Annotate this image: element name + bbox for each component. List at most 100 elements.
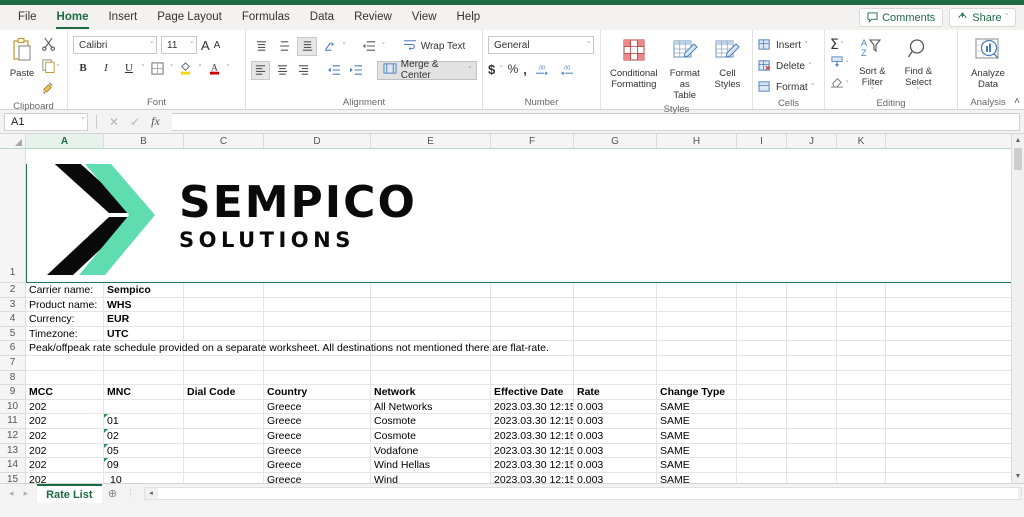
cell-dial-code[interactable] — [184, 443, 264, 459]
italic-button[interactable]: I — [96, 59, 116, 78]
cell-I2[interactable] — [737, 283, 787, 298]
format-as-table-button[interactable]: Format as Table — [662, 35, 708, 103]
cell-B2[interactable]: Sempico — [104, 283, 184, 298]
orientation-icon[interactable] — [320, 37, 340, 56]
font-name-chevron-down-icon[interactable]: ˇ — [146, 42, 153, 49]
cell-A3[interactable]: Product name: — [26, 297, 104, 313]
cell-F4[interactable] — [491, 312, 574, 327]
paste-chevron-down-icon[interactable]: ˇ — [21, 79, 23, 86]
cell-B4[interactable]: EUR — [104, 312, 184, 327]
select-all-corner[interactable] — [0, 134, 26, 148]
cell-E4[interactable] — [371, 312, 491, 327]
column-header-C[interactable]: C — [184, 134, 264, 148]
cell-B5[interactable]: UTC — [104, 326, 184, 342]
cell-H8[interactable] — [657, 370, 737, 386]
horizontal-scrollbar[interactable]: ◂ ▸ — [143, 486, 1022, 500]
cell-F3[interactable] — [491, 297, 574, 313]
cell-J8[interactable] — [787, 370, 837, 386]
tab-home[interactable]: Home — [47, 7, 99, 29]
cell-effective-date[interactable]: 2023.03.30 12:15:22 — [491, 458, 574, 473]
cell-J7[interactable] — [787, 355, 837, 371]
cell-country[interactable]: Greece — [264, 414, 371, 429]
cell-A6[interactable] — [26, 341, 104, 356]
cell-E6[interactable] — [371, 341, 491, 356]
sort-filter-chevron-down-icon[interactable]: ˇ — [871, 88, 873, 95]
row-header-7[interactable]: 7 — [0, 355, 26, 371]
column-header-E[interactable]: E — [371, 134, 491, 148]
cell-country[interactable]: Greece — [264, 428, 371, 444]
merge-center-button[interactable]: Merge & Center ˇ — [376, 59, 477, 81]
cell-K5[interactable] — [837, 326, 886, 342]
copy-icon[interactable] — [41, 58, 56, 78]
cell-change-type[interactable]: SAME — [657, 472, 737, 483]
scroll-up-icon[interactable]: ▲ — [1012, 134, 1024, 147]
cell-A5[interactable]: Timezone: — [26, 326, 104, 342]
indent-chevron-down-icon[interactable]: ˇ — [382, 43, 384, 50]
cell-D4[interactable] — [264, 312, 371, 327]
row-header-12[interactable]: 12 — [0, 428, 26, 444]
fill-color-icon[interactable] — [176, 59, 196, 78]
cell-H4[interactable] — [657, 312, 737, 327]
cell-H2[interactable] — [657, 283, 737, 298]
cell-G8[interactable] — [574, 370, 657, 386]
cell-H7[interactable] — [657, 355, 737, 371]
scroll-grip[interactable]: ⋮ — [124, 489, 138, 498]
cell-C8[interactable] — [184, 370, 264, 386]
cell-country[interactable]: Greece — [264, 472, 371, 483]
tab-file[interactable]: File — [8, 7, 47, 28]
tab-insert[interactable]: Insert — [98, 7, 147, 28]
horizontal-scroll-track[interactable] — [157, 487, 1018, 499]
cell-network[interactable]: Cosmote — [371, 414, 491, 429]
column-header-D[interactable]: D — [264, 134, 371, 148]
underline-button[interactable]: U — [119, 59, 139, 78]
cell-G7[interactable] — [574, 355, 657, 371]
cell-D5[interactable] — [264, 326, 371, 342]
cell-country[interactable]: Greece — [264, 399, 371, 415]
cell-change-type[interactable]: SAME — [657, 458, 737, 473]
cell-G6[interactable] — [574, 341, 657, 356]
row-header-3[interactable]: 3 — [0, 297, 26, 313]
row-header-6[interactable]: 6 — [0, 341, 26, 356]
cell-mcc[interactable]: 202 — [26, 399, 104, 415]
cell-B8[interactable] — [104, 370, 184, 386]
paste-button[interactable]: Paste ˇ — [5, 35, 39, 88]
cell-A7[interactable] — [26, 355, 104, 371]
format-cells-button[interactable]: Format ˇ — [758, 78, 814, 97]
tab-help[interactable]: Help — [447, 7, 491, 28]
cell-J9[interactable] — [787, 385, 837, 400]
column-header-H[interactable]: H — [657, 134, 737, 148]
cell-D6[interactable] — [264, 341, 371, 356]
decrease-indent-button[interactable] — [325, 61, 344, 80]
scroll-down-icon[interactable]: ▼ — [1012, 470, 1024, 483]
cell-I5[interactable] — [737, 326, 787, 342]
cell-dial-code[interactable] — [184, 458, 264, 473]
row-header-2[interactable]: 2 — [0, 283, 26, 298]
tab-view[interactable]: View — [402, 7, 447, 28]
cell-country[interactable]: Greece — [264, 458, 371, 473]
cell-H3[interactable] — [657, 297, 737, 313]
cell-B3[interactable]: WHS — [104, 297, 184, 313]
cell-K9[interactable] — [837, 385, 886, 400]
row-header-9[interactable]: 9 — [0, 385, 26, 400]
cell-H6[interactable] — [657, 341, 737, 356]
cell-G3[interactable] — [574, 297, 657, 313]
insert-cells-button[interactable]: Insert ˇ — [758, 36, 807, 55]
row-header-8[interactable]: 8 — [0, 370, 26, 386]
cell-G5[interactable] — [574, 326, 657, 342]
font-size-chevron-down-icon[interactable]: ˇ — [186, 42, 193, 49]
cell-country[interactable]: Greece — [264, 443, 371, 459]
cell-E3[interactable] — [371, 297, 491, 313]
increase-font-size-button[interactable]: A — [201, 38, 210, 53]
cell-A4[interactable]: Currency: — [26, 312, 104, 327]
cell-I8[interactable] — [737, 370, 787, 386]
cell-F2[interactable] — [491, 283, 574, 298]
autosum-button[interactable]: Σ — [830, 37, 839, 53]
tab-formulas[interactable]: Formulas — [232, 7, 300, 28]
fill-color-chevron-down-icon[interactable]: ˇ — [199, 65, 201, 72]
cell-network[interactable]: Wind — [371, 472, 491, 483]
cell-dial-code[interactable] — [184, 472, 264, 483]
delete-cells-button[interactable]: Delete ˇ — [758, 57, 811, 76]
tab-review[interactable]: Review — [344, 7, 402, 28]
increase-indent-button[interactable] — [346, 61, 365, 80]
cell-effective-date[interactable]: 2023.03.30 12:15:22 — [491, 414, 574, 429]
